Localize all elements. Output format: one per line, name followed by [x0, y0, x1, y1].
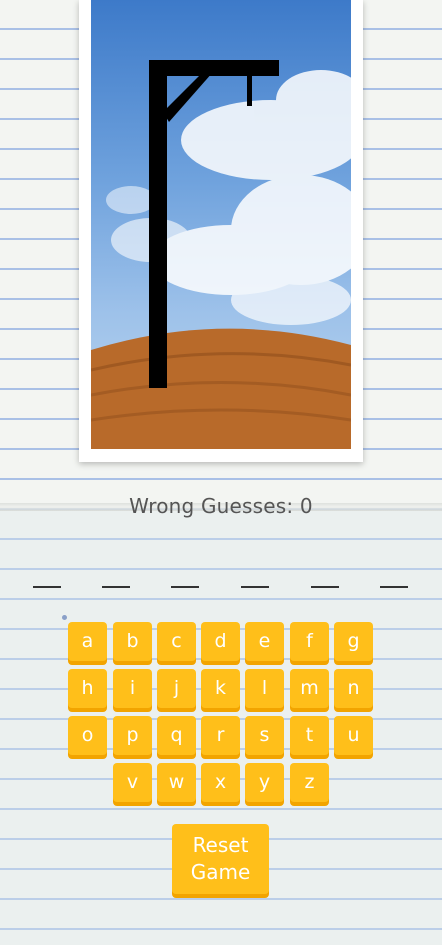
key-g[interactable]: g: [334, 622, 373, 661]
key-c[interactable]: c: [157, 622, 196, 661]
key-h[interactable]: h: [68, 669, 107, 708]
letter-blank: [33, 586, 61, 588]
letter-blank: [241, 586, 269, 588]
word-blanks: [33, 578, 413, 594]
key-k[interactable]: k: [201, 669, 240, 708]
key-u[interactable]: u: [334, 716, 373, 755]
letter-blank: [380, 586, 408, 588]
key-y[interactable]: y: [245, 763, 284, 802]
key-d[interactable]: d: [201, 622, 240, 661]
key-o[interactable]: o: [68, 716, 107, 755]
keyboard-row: v w x y z: [0, 763, 442, 807]
hangman-frame: [79, 0, 363, 462]
key-j[interactable]: j: [157, 669, 196, 708]
key-w[interactable]: w: [157, 763, 196, 802]
paper-dot: [62, 615, 67, 620]
reset-game-button[interactable]: Reset Game: [172, 824, 269, 894]
key-e[interactable]: e: [245, 622, 284, 661]
key-i[interactable]: i: [113, 669, 152, 708]
gallows-scene: [91, 60, 351, 449]
key-q[interactable]: q: [157, 716, 196, 755]
key-r[interactable]: r: [201, 716, 240, 755]
wrong-guesses-label: Wrong Guesses: 0: [129, 494, 313, 518]
key-m[interactable]: m: [290, 669, 329, 708]
key-n[interactable]: n: [334, 669, 373, 708]
key-x[interactable]: x: [201, 763, 240, 802]
letter-blank: [311, 586, 339, 588]
clouds: [106, 70, 351, 325]
key-s[interactable]: s: [245, 716, 284, 755]
key-v[interactable]: v: [113, 763, 152, 802]
keyboard-row: o p q r s t u: [0, 716, 442, 760]
key-a[interactable]: a: [68, 622, 107, 661]
reset-label-line1: Reset: [192, 833, 249, 857]
key-f[interactable]: f: [290, 622, 329, 661]
reset-label-line2: Game: [190, 860, 251, 884]
key-z[interactable]: z: [290, 763, 329, 802]
gallows-image: [91, 0, 351, 449]
key-p[interactable]: p: [113, 716, 152, 755]
key-l[interactable]: l: [245, 669, 284, 708]
keyboard-row: h i j k l m n: [0, 669, 442, 713]
letter-blank: [102, 586, 130, 588]
key-t[interactable]: t: [290, 716, 329, 755]
keyboard-row: a b c d e f g: [0, 622, 442, 666]
letter-blank: [171, 586, 199, 588]
key-b[interactable]: b: [113, 622, 152, 661]
